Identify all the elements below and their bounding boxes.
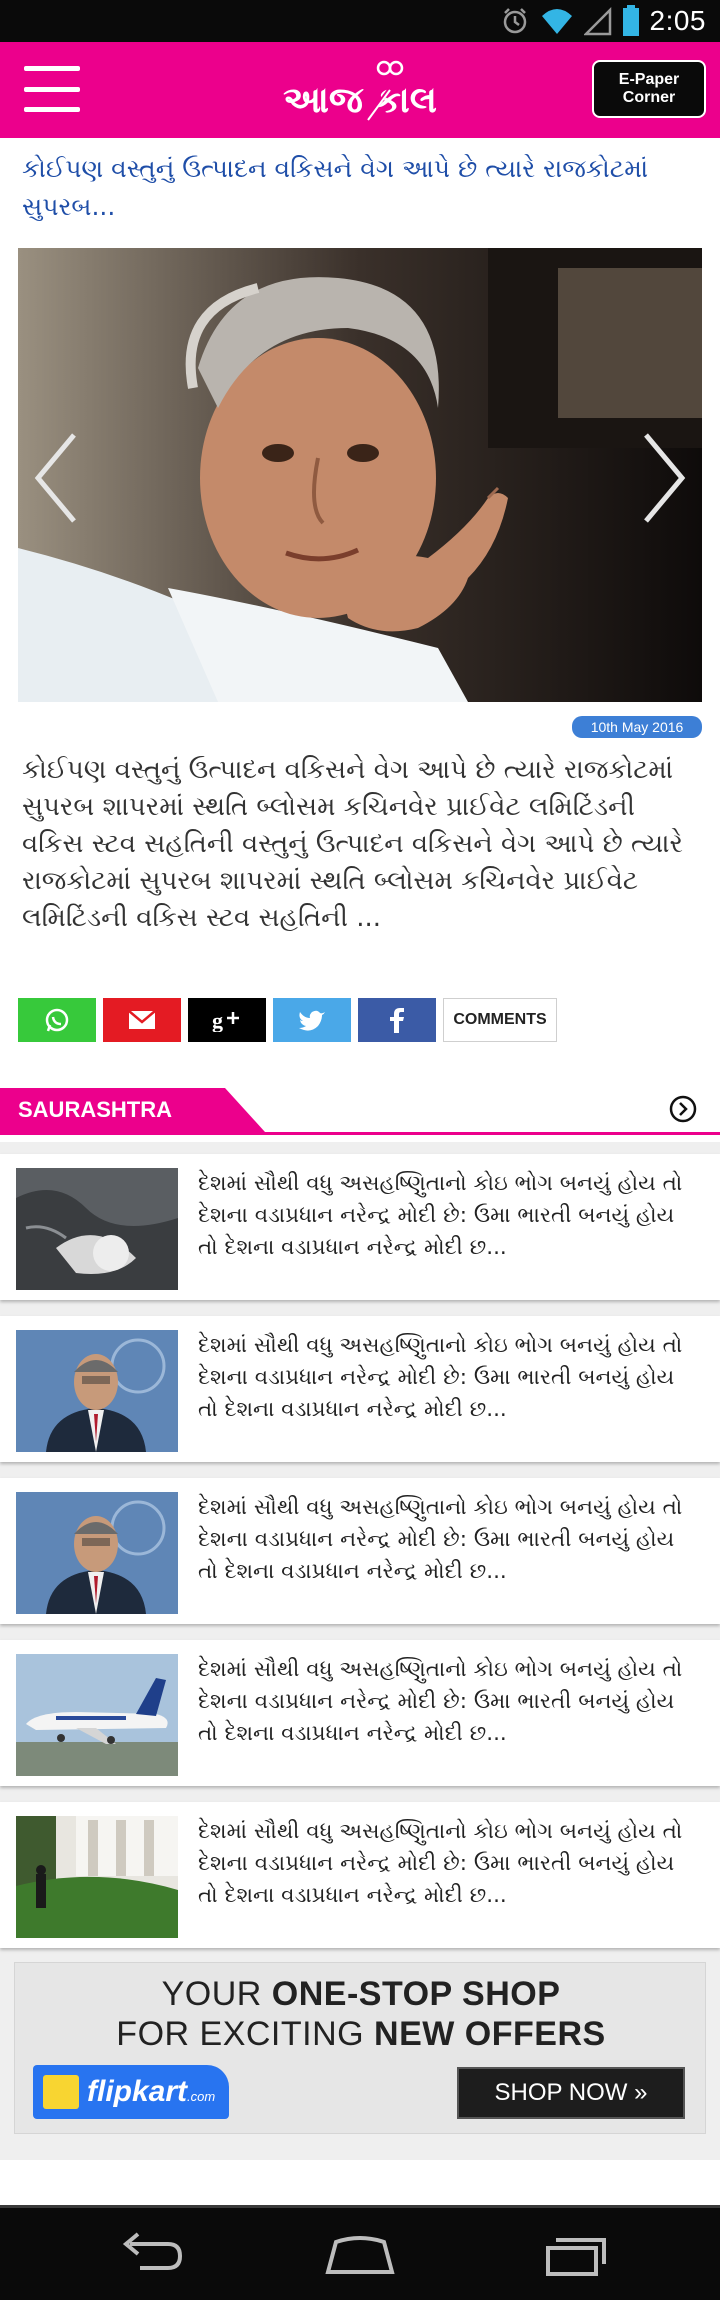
slider-prev-icon[interactable] <box>26 423 86 533</box>
wifi-icon <box>541 9 572 34</box>
news-item-text: દેશમાં સૌથી વધુ અસહષ્ણુિતાનો કોઇ ભોગ બનય… <box>198 1171 683 1260</box>
epaper-label-line1: E-Paper <box>618 71 680 88</box>
news-item[interactable]: દેશમાં સૌથી વધુ અસહષ્ણુિતાનો કોઇ ભોગ બનય… <box>0 1316 720 1462</box>
news-thumbnail <box>16 1168 178 1290</box>
whatsapp-icon <box>45 1008 69 1032</box>
email-share-button[interactable] <box>103 998 181 1042</box>
system-navigation-bar <box>0 2208 720 2300</box>
status-bar: 2:05 <box>0 0 720 42</box>
googleplus-icon: g <box>212 1008 239 1032</box>
date-badge: 10th May 2016 <box>572 716 702 738</box>
mail-icon <box>128 1010 156 1029</box>
news-item-text: દેશમાં સૌથી વધુ અસહષ્ણુિતાનો કોઇ ભોગ બનય… <box>198 1657 683 1746</box>
section-divider <box>0 1132 720 1135</box>
recent-apps-icon[interactable] <box>534 2228 614 2280</box>
share-bar: g COMMENTS <box>18 998 557 1042</box>
menu-icon[interactable] <box>24 66 80 112</box>
back-icon[interactable] <box>110 2228 190 2280</box>
status-icons: 2:05 <box>500 0 707 42</box>
svg-text:આજ કાલ: આજ કાલ <box>283 80 437 121</box>
whatsapp-share-button[interactable] <box>18 998 96 1042</box>
comments-button[interactable]: COMMENTS <box>443 998 557 1042</box>
ad-headline-line2: FOR EXCITING NEW OFFERS <box>116 2015 606 2053</box>
news-thumbnail <box>16 1492 178 1614</box>
facebook-share-button[interactable] <box>358 998 436 1042</box>
epaper-corner-button[interactable]: E-Paper Corner <box>592 60 706 118</box>
flipkart-ad-banner[interactable]: YOUR ONE-STOP SHOP FOR EXCITING NEW OFFE… <box>14 1962 706 2134</box>
news-item[interactable]: દેશમાં સૌથી વધુ અસહષ્ણુિતાનો કોઇ ભોગ બનય… <box>0 1640 720 1786</box>
news-item-text: દેશમાં સૌથી વધુ અસહષ્ણુિતાનો કોઇ ભોગ બનય… <box>198 1495 683 1584</box>
alarm-icon <box>503 8 526 34</box>
aajkaal-logo[interactable]: આજ કાલ <box>260 56 460 126</box>
googleplus-share-button[interactable]: g <box>188 998 266 1042</box>
top-story-slider[interactable] <box>18 248 702 702</box>
news-thumbnail <box>16 1330 178 1452</box>
news-item[interactable]: દેશમાં સૌથી વધુ અસહષ્ણુિતાનો કોઇ ભોગ બનય… <box>0 1802 720 1948</box>
home-icon[interactable] <box>320 2228 400 2280</box>
news-item[interactable]: દેશમાં સૌથી વધુ અસહષ્ણુિતાનો કોઇ ભોગ બનય… <box>0 1154 720 1300</box>
twitter-share-button[interactable] <box>273 998 351 1042</box>
facebook-icon <box>390 1008 404 1033</box>
top-story-image <box>18 248 702 702</box>
news-item[interactable]: દેશમાં સૌથી વધુ અસહષ્ણુિતાનો કોઇ ભોગ બનય… <box>0 1478 720 1624</box>
battery-icon <box>622 5 639 36</box>
app-header: આજ કાલ E-Paper Corner <box>0 42 720 138</box>
news-item-text: દેશમાં સૌથી વધુ અસહષ્ણુિતાનો કોઇ ભોગ બનય… <box>198 1819 683 1908</box>
signal-icon <box>583 6 611 36</box>
svg-text:g: g <box>212 1008 223 1032</box>
news-item-text: દેશમાં સૌથી વધુ અસહષ્ણુિતાનો કોઇ ભોગ બનય… <box>198 1333 683 1422</box>
epaper-label-line2: Corner <box>622 89 676 106</box>
chevron-right-circle-icon[interactable] <box>668 1094 698 1124</box>
status-time: 2:05 <box>649 5 706 36</box>
flipkart-logo: flipkart.com <box>33 2065 229 2119</box>
ad-headline-line1: YOUR ONE-STOP SHOP <box>161 1975 561 2013</box>
shopping-bag-icon <box>43 2075 79 2109</box>
section-header: SAURASHTRA <box>0 1088 720 1136</box>
top-story-summary: કોઈપણ વસ્તુનું ઉત્પાદન વકિસને વેગ આપે છે… <box>22 755 683 933</box>
top-story-headline[interactable]: કોઈપણ વસ્તુનું ઉત્પાદન વકિસને વેગ આપે છે… <box>22 150 702 226</box>
slider-next-icon[interactable] <box>634 423 694 533</box>
news-thumbnail <box>16 1654 178 1776</box>
news-thumbnail <box>16 1816 178 1938</box>
twitter-icon <box>299 1010 325 1031</box>
section-title[interactable]: SAURASHTRA <box>0 1088 265 1132</box>
shop-now-button[interactable]: SHOP NOW » <box>457 2067 685 2119</box>
